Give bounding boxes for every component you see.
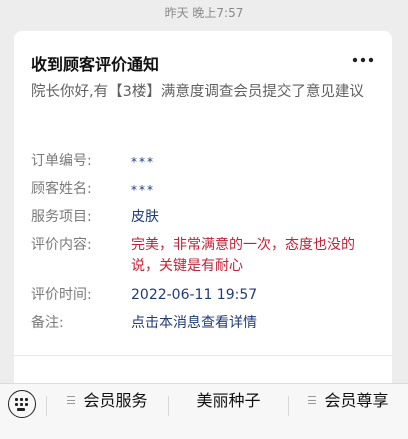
card-intro: 院长你好,有【3楼】满意度调查会员提交了意见建议 bbox=[31, 84, 364, 100]
more-dots-icon[interactable] bbox=[350, 53, 376, 67]
menu-item-member-service[interactable]: 会员服务 bbox=[47, 384, 168, 418]
field-value[interactable]: 点击本消息查看详情 bbox=[131, 313, 371, 334]
field-value: *** bbox=[131, 155, 155, 169]
field-label: 备注: bbox=[31, 315, 64, 331]
chat-screen: 昨天 晚上7:57 收到顾客评价通知 院长你好,有【3楼】满意度调查会员提交了意… bbox=[0, 0, 408, 439]
notification-card[interactable]: 收到顾客评价通知 院长你好,有【3楼】满意度调查会员提交了意见建议 订单编号: … bbox=[14, 31, 392, 391]
hamburger-icon bbox=[67, 396, 77, 405]
menu-item-label: 会员服务 bbox=[83, 391, 148, 410]
message-timestamp: 昨天 晚上7:57 bbox=[164, 6, 244, 20]
official-account-menu-bar: 会员服务 美丽种子 会员尊享 bbox=[0, 383, 408, 439]
field-value: *** bbox=[131, 183, 155, 197]
field-label: 评价时间: bbox=[31, 287, 92, 303]
field-label: 订单编号: bbox=[31, 153, 92, 169]
keyboard-icon[interactable] bbox=[8, 390, 36, 418]
menu-item-beauty-seeds[interactable]: 美丽种子 bbox=[169, 384, 288, 418]
field-label: 评价内容: bbox=[31, 237, 92, 253]
card-divider bbox=[14, 355, 392, 356]
field-value: 完美，非常满意的一次，态度也没的说，关键是有耐心 bbox=[131, 237, 355, 274]
field-value: 2022-06-11 19:57 bbox=[131, 287, 258, 303]
menu-item-member-privileges[interactable]: 会员尊享 bbox=[289, 384, 408, 418]
field-label: 顾客姓名: bbox=[31, 181, 92, 197]
field-label: 服务项目: bbox=[31, 209, 92, 225]
card-title: 收到顾客评价通知 bbox=[31, 55, 160, 74]
field-value: 皮肤 bbox=[131, 209, 159, 225]
menu-item-label: 会员尊享 bbox=[324, 391, 389, 410]
hamburger-icon bbox=[308, 396, 318, 405]
menu-item-label: 美丽种子 bbox=[196, 391, 261, 410]
